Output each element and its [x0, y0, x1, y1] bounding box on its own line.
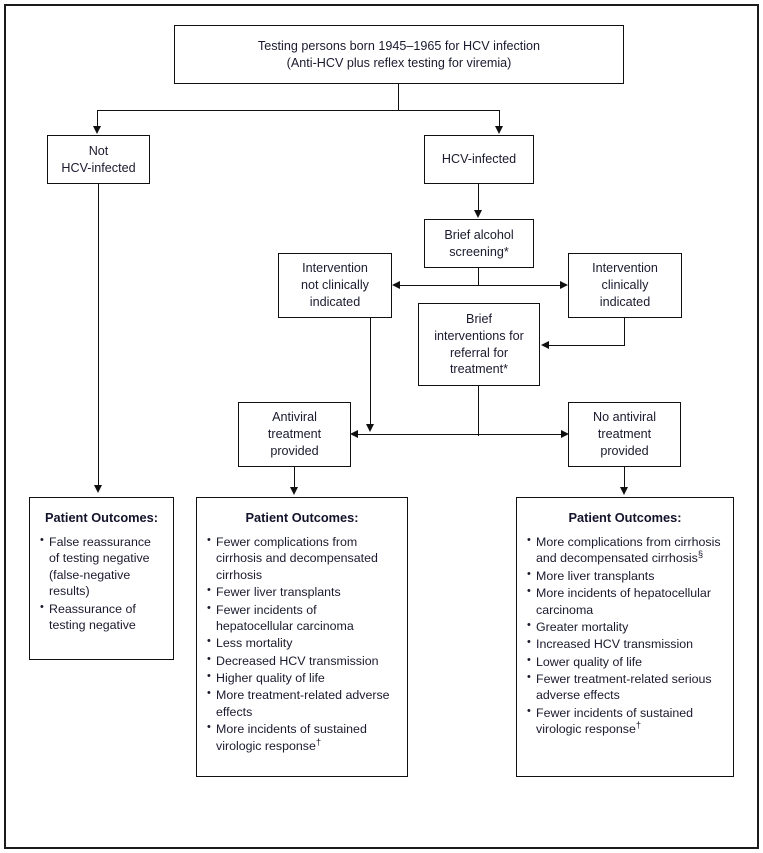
node-brief-interventions-line3: referral for	[449, 345, 509, 360]
node-testing: Testing persons born 1945–1965 for HCV i…	[174, 25, 624, 84]
node-antiviral-treatment: Antiviral treatment provided	[238, 402, 351, 467]
list-item: More incidents of sustained virologic re…	[207, 720, 397, 754]
arrowhead-middle-outcome	[290, 487, 298, 495]
node-testing-line2: (Anti-HCV plus reflex testing for viremi…	[286, 55, 512, 70]
list-item: Less mortality	[207, 634, 397, 651]
arrowhead-right-outcome	[620, 487, 628, 495]
node-no-antiviral-line2: treatment	[597, 427, 652, 442]
outcome-left-list: False reassurance of testing negative (f…	[40, 533, 163, 634]
list-item: More liver transplants	[527, 567, 723, 584]
connector-not-indicated-down	[370, 318, 372, 426]
outcome-middle-title: Patient Outcomes:	[245, 510, 359, 525]
node-clinically-indicated-line2: clinically	[601, 278, 649, 293]
list-item: Fewer incidents of sustained virologic r…	[527, 704, 723, 738]
connector-split-bar	[97, 110, 500, 112]
connector-brief-interventions-stem	[478, 386, 480, 436]
connector-treatment-bar	[356, 434, 564, 436]
list-item: Fewer complications from cirrhosis and d…	[207, 533, 397, 583]
connector-intervention-bar	[398, 285, 563, 287]
node-brief-interventions-line1: Brief	[466, 312, 492, 327]
node-no-antiviral-line1: No antiviral	[593, 410, 656, 425]
list-item: Fewer incidents of hepatocellular carcin…	[207, 601, 397, 635]
node-not-infected-line1: Not	[88, 143, 109, 158]
node-not-indicated-line3: indicated	[309, 294, 361, 309]
node-no-antiviral-treatment: No antiviral treatment provided	[568, 402, 681, 467]
list-item: False reassurance of testing negative (f…	[40, 533, 163, 600]
connector-no-antiviral-to-outcome	[624, 467, 626, 489]
node-brief-alcohol-screening: Brief alcohol screening*	[424, 219, 534, 268]
list-item: Fewer liver transplants	[207, 583, 397, 600]
footnote-marker-dagger: †	[315, 735, 322, 747]
outcome-left-title: Patient Outcomes:	[44, 510, 159, 525]
connector-antiviral-to-outcome	[294, 467, 296, 489]
node-hcv-infected: HCV-infected	[424, 135, 534, 184]
node-not-hcv-infected: Not HCV-infected	[47, 135, 150, 184]
outcome-box-left: Patient Outcomes: False reassurance of t…	[29, 497, 174, 660]
connector-infected-to-screening	[478, 184, 480, 212]
connector-clinically-indicated-down	[624, 318, 626, 346]
connector-testing-stem	[398, 84, 400, 111]
list-item: Greater mortality	[527, 618, 723, 635]
outcome-right-title: Patient Outcomes:	[568, 510, 682, 525]
list-item: Fewer treatment-related serious adverse …	[527, 670, 723, 704]
node-not-infected-line2: HCV-infected	[61, 160, 136, 175]
node-screening-line1: Brief alcohol	[444, 227, 514, 242]
list-item: Decreased HCV transmission	[207, 652, 397, 669]
list-item: More incidents of hepatocellular carcino…	[527, 584, 723, 618]
node-infected-line1: HCV-infected	[441, 152, 517, 167]
list-item: Lower quality of life	[527, 653, 723, 670]
figure-canvas: Testing persons born 1945–1965 for HCV i…	[0, 0, 763, 853]
node-screening-line2: screening*	[449, 244, 509, 259]
node-clinically-indicated-line1: Intervention	[592, 261, 658, 276]
connector-not-infected-to-outcome	[98, 184, 100, 487]
list-item: More treatment-related adverse effects	[207, 686, 397, 720]
node-no-antiviral-line3: provided	[600, 443, 649, 458]
node-testing-line1: Testing persons born 1945–1965 for HCV i…	[257, 38, 541, 53]
arrowhead-to-clinically-indicated	[560, 281, 568, 289]
node-not-indicated-line1: Intervention	[302, 261, 368, 276]
node-brief-interventions-line2: interventions for	[434, 328, 524, 343]
node-brief-interventions-line4: treatment*	[449, 362, 509, 377]
arrowhead-left-outcome	[94, 485, 102, 493]
list-item: Reassurance of testing negative	[40, 600, 163, 634]
arrowhead-to-not-infected	[93, 126, 101, 134]
arrowhead-to-brief-interventions	[541, 341, 549, 349]
node-intervention-clinically-indicated: Intervention clinically indicated	[568, 253, 682, 318]
node-intervention-not-indicated: Intervention not clinically indicated	[278, 253, 392, 318]
list-item: More complications from cirrhosis and de…	[527, 533, 723, 567]
arrowhead-to-screening	[474, 210, 482, 218]
arrowhead-to-antiviral	[350, 430, 358, 438]
outcome-right-list: More complications from cirrhosis and de…	[527, 533, 723, 738]
node-antiviral-line1: Antiviral	[272, 410, 317, 425]
footnote-marker-dagger: †	[635, 719, 642, 730]
node-clinically-indicated-line3: indicated	[599, 294, 651, 309]
connector-clinically-indicated-left	[547, 345, 625, 347]
outcome-box-right: Patient Outcomes: More complications fro…	[516, 497, 734, 777]
outcome-box-middle: Patient Outcomes: Fewer complications fr…	[196, 497, 408, 777]
outcome-middle-list: Fewer complications from cirrhosis and d…	[207, 533, 397, 754]
list-item: Higher quality of life	[207, 669, 397, 686]
arrowhead-to-infected	[495, 126, 503, 134]
footnote-marker-section: §	[697, 548, 704, 560]
node-antiviral-line3: provided	[270, 443, 319, 458]
list-item: Increased HCV transmission	[527, 635, 723, 652]
arrowhead-not-indicated-down	[366, 424, 374, 432]
connector-screening-stem	[478, 268, 480, 286]
node-not-indicated-line2: not clinically	[301, 278, 369, 293]
node-antiviral-line2: treatment	[267, 427, 322, 442]
node-brief-interventions: Brief interventions for referral for tre…	[418, 303, 540, 386]
arrowhead-to-not-indicated	[392, 281, 400, 289]
